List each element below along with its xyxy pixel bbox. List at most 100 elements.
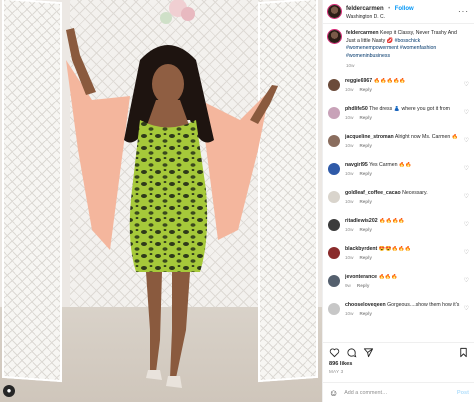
comment-like-icon[interactable]: ♡ (464, 137, 469, 144)
comment-username[interactable]: blackbyrdent (345, 246, 377, 252)
comment-icon[interactable] (346, 347, 357, 358)
avatar[interactable] (328, 274, 340, 287)
comment-time: 10w (345, 310, 354, 316)
comment-like-icon[interactable]: ♡ (464, 305, 469, 312)
comment-text: 😍😍🔥🔥🔥 (378, 245, 412, 252)
share-icon[interactable] (363, 347, 374, 358)
comment-like-icon[interactable]: ♡ (464, 165, 469, 172)
comment-body: goldleaf_coffee_cacao Necessary. 10w Reply (345, 190, 462, 204)
comment-row: navgirl95 Yes Carmen 🔥🔥 10w Reply ♡ (328, 162, 469, 190)
comment-like-icon[interactable]: ♡ (464, 277, 469, 284)
comment-like-icon[interactable]: ♡ (464, 81, 469, 88)
post-photo[interactable]: ● (0, 0, 322, 402)
comment-row: jacqueline_stroman Alright now Ms. Carme… (328, 134, 469, 162)
comment-time: 10w (345, 86, 354, 92)
comment-text: Alright now Ms. Carmen 🔥 (394, 133, 459, 140)
comment-row: blackbyrdent 😍😍🔥🔥🔥 10w Reply ♡ (328, 246, 469, 274)
header-username[interactable]: feldercarmen (346, 6, 384, 12)
comment-row: jevonterance 🔥🔥🔥 9w Reply ♡ (328, 274, 469, 302)
comment-body: phdlife50 The dress 👗 where you got it f… (345, 106, 462, 120)
comment-username[interactable]: phdlife50 (345, 106, 368, 112)
reply-button[interactable]: Reply (359, 199, 372, 204)
comment-username[interactable]: jevonterance (345, 274, 377, 280)
comment-time: 10w (345, 114, 354, 120)
post-caption: feldercarmen Keep it Classy, Never Trash… (328, 30, 469, 70)
comment-body: navgirl95 Yes Carmen 🔥🔥 10w Reply (345, 162, 462, 176)
more-options-icon[interactable]: ··· (458, 7, 469, 16)
comment-body: ritadlewis202 🔥🔥🔥🔥 10w Reply (345, 218, 462, 232)
reply-button[interactable]: Reply (359, 87, 372, 92)
comment-time: 10w (345, 142, 354, 148)
follow-button[interactable]: Follow (395, 6, 414, 12)
comment-time: 10w (345, 254, 354, 260)
reply-button[interactable]: Reply (359, 115, 372, 120)
avatar[interactable] (328, 30, 341, 43)
header-text: feldercarmen • Follow Washington D. C. (346, 2, 414, 21)
location-link[interactable]: Washington D. C. (346, 13, 414, 21)
comment-like-icon[interactable]: ♡ (464, 109, 469, 116)
comment-body: jevonterance 🔥🔥🔥 9w Reply (345, 274, 462, 288)
comment-row: chooseloveqeen Gorgeous....show them how… (328, 302, 469, 330)
comment-time: 10w (345, 198, 354, 204)
reply-button[interactable]: Reply (359, 143, 372, 148)
comment-body: reggie6967 🔥🔥🔥🔥🔥 10w Reply (345, 78, 462, 92)
separator-dot: • (388, 6, 391, 12)
model-figure (66, 0, 278, 388)
post-actions: 896 likes MAY 3 (323, 342, 474, 374)
comment-time: 10w (345, 226, 354, 232)
avatar[interactable] (328, 302, 340, 315)
comment-like-icon[interactable]: ♡ (464, 221, 469, 228)
comment-text: Yes Carmen 🔥🔥 (369, 161, 412, 168)
add-comment-bar: ☺ Add a comment… Post (323, 382, 474, 402)
comment-row: reggie6967 🔥🔥🔥🔥🔥 10w Reply ♡ (328, 78, 469, 106)
comment-like-icon[interactable]: ♡ (464, 193, 469, 200)
post-header: feldercarmen • Follow Washington D. C. ·… (323, 0, 474, 24)
reply-button[interactable]: Reply (359, 255, 372, 260)
comment-text: 🔥🔥🔥🔥 (379, 217, 405, 224)
comment-text: Gorgeous....show them how it's done 😍❤️❤… (387, 301, 461, 308)
post-comment-button[interactable]: Post (457, 390, 469, 396)
user-tag-icon[interactable]: ● (3, 385, 15, 397)
avatar[interactable] (328, 190, 340, 203)
smile-icon[interactable]: ☺ (329, 388, 338, 398)
avatar[interactable] (328, 106, 340, 119)
avatar[interactable] (328, 78, 340, 91)
heart-icon[interactable] (329, 347, 340, 358)
comment-username[interactable]: goldleaf_coffee_cacao (345, 190, 401, 196)
comment-text: 🔥🔥🔥 (378, 273, 398, 280)
comment-text: The dress 👗 where you got it from (369, 105, 450, 112)
bookmark-icon[interactable] (458, 347, 469, 358)
reply-button[interactable]: Reply (359, 171, 372, 176)
comment-text: Necessary. (402, 189, 428, 196)
reply-button[interactable]: Reply (357, 283, 370, 288)
comment-username[interactable]: jacqueline_stroman (345, 134, 394, 140)
post-date: MAY 3 (329, 369, 344, 374)
caption-time: 10w (346, 63, 355, 69)
comments-list[interactable]: feldercarmen Keep it Classy, Never Trash… (323, 24, 474, 342)
avatar[interactable] (328, 218, 340, 231)
comment-time: 10w (345, 170, 354, 176)
comment-row: ritadlewis202 🔥🔥🔥🔥 10w Reply ♡ (328, 218, 469, 246)
caption-username[interactable]: feldercarmen (346, 30, 379, 36)
avatar[interactable] (328, 246, 340, 259)
comment-time: 9w (345, 282, 351, 288)
comment-username[interactable]: navgirl95 (345, 162, 368, 168)
comment-username[interactable]: chooseloveqeen (345, 302, 386, 308)
comment-row: goldleaf_coffee_cacao Necessary. 10w Reply… (328, 190, 469, 218)
comment-row: phdlife50 The dress 👗 where you got it f… (328, 106, 469, 134)
comment-body: blackbyrdent 😍😍🔥🔥🔥 10w Reply (345, 246, 462, 260)
caption-body: feldercarmen Keep it Classy, Never Trash… (346, 30, 464, 70)
reply-button[interactable]: Reply (359, 227, 372, 232)
comment-username[interactable]: ritadlewis202 (345, 218, 378, 224)
avatar[interactable] (328, 5, 341, 18)
comment-body: chooseloveqeen Gorgeous....show them how… (345, 302, 462, 316)
post-side-panel: feldercarmen • Follow Washington D. C. ·… (322, 0, 474, 402)
avatar[interactable] (328, 162, 340, 175)
reply-button[interactable]: Reply (359, 311, 372, 316)
avatar[interactable] (328, 134, 340, 147)
add-comment-input[interactable]: Add a comment… (344, 390, 387, 396)
comment-like-icon[interactable]: ♡ (464, 249, 469, 256)
likes-count[interactable]: 896 likes (329, 361, 469, 367)
comment-username[interactable]: reggie6967 (345, 78, 372, 84)
comment-body: jacqueline_stroman Alright now Ms. Carme… (345, 134, 462, 148)
